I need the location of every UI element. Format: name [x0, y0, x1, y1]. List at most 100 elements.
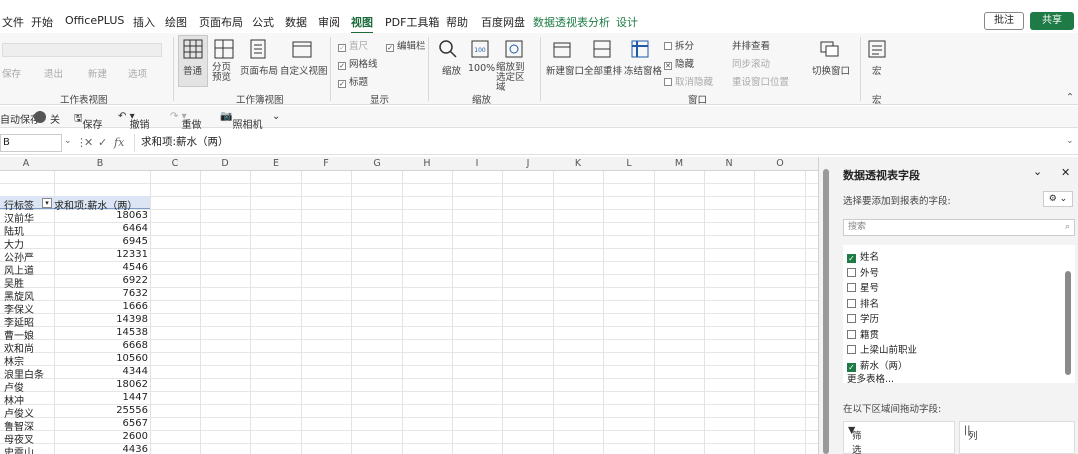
view-side-by-side-button[interactable]: 并排查看	[732, 38, 770, 52]
row-labels-filter-button[interactable]: ▾	[42, 198, 52, 208]
salary-value-cell[interactable]: 2600	[100, 431, 148, 442]
salary-value-cell[interactable]: 18063	[100, 210, 148, 221]
sheet-view-new[interactable]: 新建	[88, 66, 107, 80]
insert-function-icon[interactable]: fx	[114, 136, 124, 149]
filters-area[interactable]: ▼ 筛选	[843, 421, 955, 454]
new-window-button[interactable]: 新建窗口	[546, 63, 584, 77]
sheet-view-options[interactable]: 选项	[128, 66, 147, 80]
expand-formula-bar-icon[interactable]: ⌄	[1066, 136, 1074, 146]
field-checkbox[interactable]	[847, 298, 856, 308]
sheet-view-select[interactable]	[2, 43, 162, 57]
reset-window-position-button[interactable]: 重设窗口位置	[732, 74, 789, 88]
column-header[interactable]: G	[373, 158, 380, 169]
spreadsheet-grid[interactable]: ABCDEFGHIJKLMNO 行标签 ▾ 求和项:薪水（两） 汉前华 18063…	[0, 157, 818, 454]
sheet-vertical-scrollbar[interactable]	[823, 169, 829, 454]
salary-value-cell[interactable]: 6464	[100, 223, 148, 234]
column-header[interactable]: E	[273, 158, 279, 169]
name-box-dropdown-icon[interactable]: ⌄	[64, 136, 72, 146]
page-break-preview-button[interactable]: 分页预览	[212, 63, 236, 83]
formula-input[interactable]: 求和项:薪水（两）	[134, 134, 1074, 152]
field-checkbox[interactable]	[847, 329, 856, 339]
column-header[interactable]: H	[423, 158, 430, 169]
sync-scroll-button[interactable]: 同步滚动	[732, 56, 770, 70]
headings-checkbox[interactable]: ✓ 标题	[338, 74, 368, 88]
salary-value-cell[interactable]: 18062	[100, 379, 148, 390]
pivot-field-item[interactable]: ✓ 薪水（两）	[847, 358, 908, 372]
salary-value-cell[interactable]: 6567	[100, 418, 148, 429]
formula-bar-checkbox[interactable]: ✓ 编辑栏	[386, 38, 426, 52]
pivot-field-item[interactable]: 上梁山前职业	[847, 342, 917, 356]
field-search-input[interactable]: 搜索 ⌕	[843, 219, 1075, 236]
salary-value-cell[interactable]: 25556	[100, 405, 148, 416]
column-header[interactable]: A	[23, 158, 30, 169]
column-header[interactable]: O	[776, 158, 783, 169]
enter-icon[interactable]: ✓	[98, 136, 107, 149]
salary-value-cell[interactable]: 4344	[100, 366, 148, 377]
column-header[interactable]: D	[221, 158, 228, 169]
zoom-selection-button[interactable]: 缩放到选定区域	[496, 63, 532, 93]
zoom-100-button[interactable]: 100%	[468, 63, 495, 74]
salary-value-cell[interactable]: 12331	[100, 249, 148, 260]
ribbon-tab[interactable]: 公式	[252, 14, 274, 30]
pane-options-chevron-icon[interactable]: ⌄	[1033, 165, 1042, 178]
ribbon-tab[interactable]: 绘图	[165, 14, 187, 30]
ribbon-tab[interactable]: 开始	[31, 14, 53, 30]
ribbon-tab[interactable]: 数据	[285, 14, 307, 30]
camera-button[interactable]: 📷 照相机	[220, 111, 262, 131]
field-checkbox[interactable]: ✓	[847, 254, 856, 263]
sheet-view-save[interactable]: 保存	[2, 66, 21, 80]
ruler-checkbox[interactable]: ✓ 直尺	[338, 38, 368, 52]
collapse-ribbon-icon[interactable]: ⌃	[1066, 92, 1074, 103]
salary-value-cell[interactable]: 7632	[100, 288, 148, 299]
switch-windows-button[interactable]: 切换窗口	[812, 63, 850, 77]
ribbon-tab[interactable]: 数据透视表分析	[533, 14, 610, 30]
macros-button[interactable]: 宏	[872, 63, 882, 77]
row-label-cell[interactable]: 史震山	[4, 444, 34, 454]
save-button[interactable]: 🖫 保存	[74, 111, 103, 131]
salary-value-cell[interactable]: 1447	[100, 392, 148, 403]
normal-view-button[interactable]: 普通	[183, 63, 202, 77]
field-checkbox[interactable]	[847, 345, 856, 354]
column-header[interactable]: C	[172, 158, 179, 169]
salary-value-cell[interactable]: 6668	[100, 340, 148, 351]
column-header[interactable]: I	[476, 158, 479, 169]
column-header[interactable]: K	[575, 158, 581, 169]
field-checkbox[interactable]	[847, 267, 856, 277]
salary-value-cell[interactable]: 4546	[100, 262, 148, 273]
columns-area[interactable]: || 列	[959, 421, 1075, 454]
comment-button[interactable]: 批注	[984, 12, 1024, 30]
zoom-button[interactable]: 缩放	[442, 63, 461, 77]
cancel-icon[interactable]: ✕	[84, 136, 93, 149]
freeze-panes-button[interactable]: 冻结窗格	[624, 63, 662, 77]
column-header[interactable]: J	[527, 158, 530, 169]
pane-settings-gear-icon[interactable]: ⚙ ⌄	[1043, 191, 1073, 207]
customize-qat-icon[interactable]: ⌄	[272, 111, 280, 122]
salary-value-cell[interactable]: 1666	[100, 301, 148, 312]
salary-value-cell[interactable]: 14398	[100, 314, 148, 325]
salary-value-cell[interactable]: 4436	[100, 444, 148, 454]
close-pane-icon[interactable]: ✕	[1061, 166, 1070, 179]
custom-views-button[interactable]: 自定义视图	[280, 63, 328, 77]
split-button[interactable]: 拆分	[664, 38, 694, 52]
salary-value-cell[interactable]: 10560	[100, 353, 148, 364]
ribbon-tab[interactable]: 页面布局	[199, 14, 243, 30]
column-header[interactable]: F	[323, 158, 328, 169]
gridlines-checkbox[interactable]: ✓ 网格线	[338, 56, 378, 70]
ribbon-tab[interactable]: 文件	[2, 14, 24, 30]
arrange-all-button[interactable]: 全部重排	[584, 63, 622, 77]
ribbon-tab[interactable]: PDF工具箱	[385, 14, 439, 30]
pivot-field-item[interactable]: 排名	[847, 296, 879, 310]
salary-value-cell[interactable]: 6922	[100, 275, 148, 286]
more-tables-link[interactable]: 更多表格...	[847, 371, 894, 385]
column-header[interactable]: M	[675, 158, 683, 169]
name-box[interactable]: B	[0, 134, 62, 152]
field-checkbox[interactable]	[847, 283, 856, 292]
ribbon-tab[interactable]: 帮助	[446, 14, 468, 30]
redo-button[interactable]: ↷ 重做 ▾	[170, 111, 202, 131]
column-header[interactable]: N	[725, 158, 732, 169]
undo-button[interactable]: ↶ 撤销 ▾	[118, 111, 150, 131]
pivot-field-item[interactable]: 学历	[847, 311, 879, 325]
pivot-field-item[interactable]: ✓ 姓名	[847, 249, 879, 263]
share-button[interactable]: 共享	[1030, 12, 1074, 30]
salary-value-cell[interactable]: 6945	[100, 236, 148, 247]
